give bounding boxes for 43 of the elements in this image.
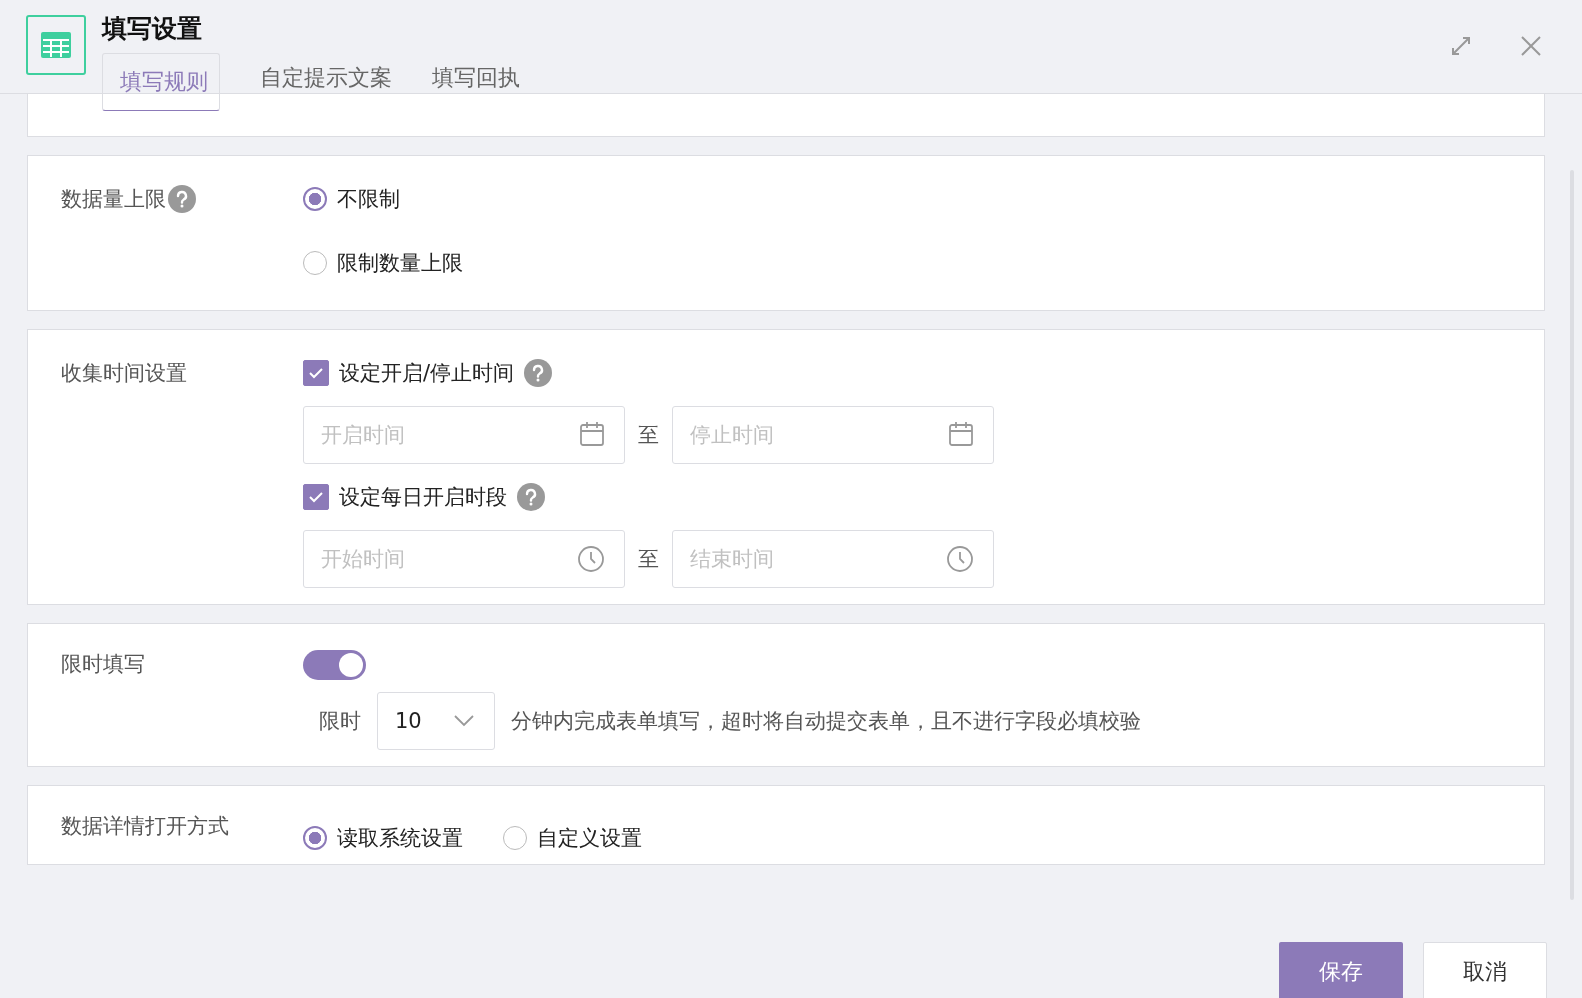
checkbox[interactable] (303, 360, 329, 386)
close-icon[interactable] (1520, 35, 1542, 57)
checkmark-icon (308, 491, 324, 503)
minutes-dropdown[interactable]: 10 (377, 692, 495, 750)
range-separator: 至 (638, 422, 659, 449)
field-label: 限时填写 (61, 651, 146, 678)
option-label: 设定每日开启时段 (339, 484, 507, 511)
option-label: 限制数量上限 (337, 250, 463, 277)
input-field[interactable]: 结束时间 (672, 530, 994, 588)
help-icon[interactable] (168, 185, 196, 213)
tab[interactable]: 自定提示文案 (260, 53, 392, 111)
input-field[interactable]: 停止时间 (672, 406, 994, 464)
checkmark-icon (308, 367, 324, 379)
field-label: 数据量上限 (61, 186, 166, 213)
toggle-switch[interactable] (303, 650, 366, 680)
cancel-button[interactable]: 取消 (1423, 942, 1547, 998)
field-label: 数据详情打开方式 (61, 813, 230, 840)
input-field[interactable]: 开启时间 (303, 406, 625, 464)
tab[interactable]: 填写规则 (102, 53, 220, 111)
field-label: 收集时间设置 (61, 360, 188, 387)
calendar-icon (579, 421, 605, 447)
radio-button[interactable] (303, 826, 327, 850)
limit-description: 分钟内完成表单填写，超时将自动提交表单，且不进行字段必填校验 (511, 708, 1141, 735)
help-icon[interactable] (517, 483, 545, 511)
option-label: 设定开启/停止时间 (339, 360, 515, 387)
expand-icon[interactable] (1450, 35, 1472, 57)
dialog-title: 填写设置 (102, 13, 203, 45)
option-label: 不限制 (337, 186, 400, 213)
option-label: 读取系统设置 (337, 825, 463, 852)
option-label: 自定义设置 (537, 825, 642, 852)
tab[interactable]: 填写回执 (432, 53, 520, 111)
checkbox[interactable] (303, 484, 329, 510)
radio-button[interactable] (303, 187, 327, 211)
chevron-down-icon (454, 715, 474, 727)
help-icon[interactable] (524, 359, 553, 387)
input-field[interactable]: 开始时间 (303, 530, 625, 588)
table-icon (26, 15, 86, 75)
limit-label: 限时 (319, 708, 361, 735)
range-separator: 至 (638, 546, 659, 573)
clock-icon (577, 545, 605, 573)
clock-icon (946, 545, 974, 573)
save-button[interactable]: 保存 (1279, 942, 1403, 998)
calendar-icon (948, 421, 974, 447)
